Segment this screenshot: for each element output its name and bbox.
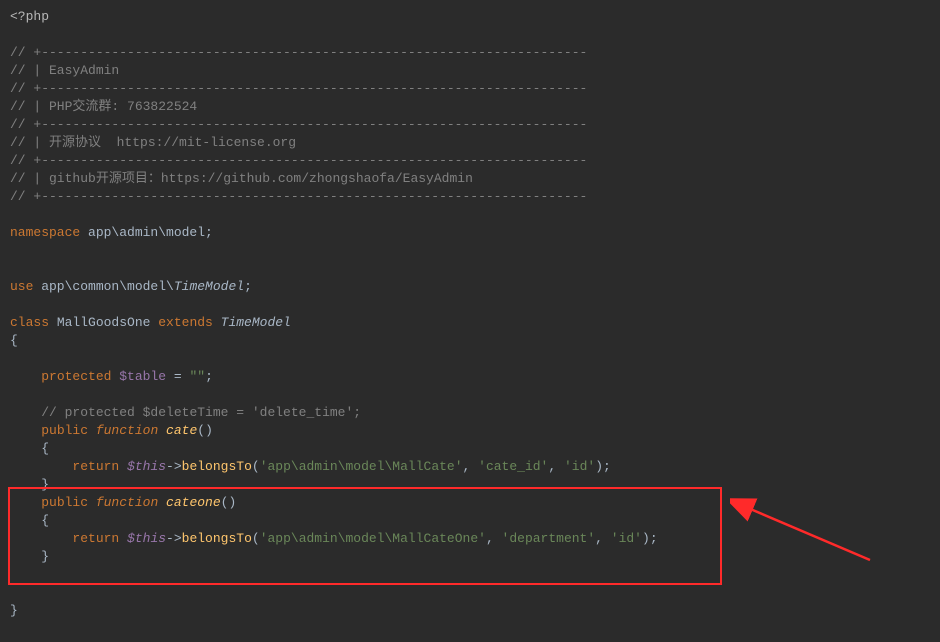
comment-line: // | github开源项目：https://github.com/zhong… <box>10 171 473 186</box>
kw-public: public <box>41 495 88 510</box>
string-cateid: 'cate_id' <box>478 459 548 474</box>
class-name: MallGoodsOne <box>49 315 158 330</box>
kw-return: return <box>72 459 119 474</box>
kw-extends: extends <box>158 315 213 330</box>
kw-protected: protected <box>41 369 111 384</box>
kw-function: function <box>88 423 158 438</box>
comment-line: // +------------------------------------… <box>10 117 587 132</box>
fn-belongsto: belongsTo <box>182 459 252 474</box>
fn-cateone: cateone <box>158 495 220 510</box>
string-id: 'id' <box>611 531 642 546</box>
comment-line: // +------------------------------------… <box>10 189 587 204</box>
php-open-tag: <?php <box>10 9 49 24</box>
code-block: <?php // +------------------------------… <box>0 8 940 620</box>
comment-line: // +------------------------------------… <box>10 81 587 96</box>
var-table: $table <box>111 369 166 384</box>
string-empty: "" <box>189 369 205 384</box>
kw-function: function <box>88 495 158 510</box>
ns-path: app\admin\model; <box>80 225 213 240</box>
var-this: $this <box>119 531 166 546</box>
kw-namespace: namespace <box>10 225 80 240</box>
string-department: 'department' <box>502 531 596 546</box>
comment-line: // | EasyAdmin <box>10 63 119 78</box>
fn-cate: cate <box>158 423 197 438</box>
semicolon: ; <box>244 279 252 294</box>
kw-return: return <box>72 531 119 546</box>
comment-line: // +------------------------------------… <box>10 45 587 60</box>
comment-deletetime: // protected $deleteTime = 'delete_time'… <box>41 405 361 420</box>
kw-public: public <box>41 423 88 438</box>
string-mallcate: 'app\admin\model\MallCate' <box>260 459 463 474</box>
brace-close: } <box>10 603 18 618</box>
brace-open: { <box>10 333 18 348</box>
kw-class: class <box>10 315 49 330</box>
string-id: 'id' <box>564 459 595 474</box>
use-type: TimeModel <box>174 279 244 294</box>
fn-belongsto: belongsTo <box>182 531 252 546</box>
comment-line: // +------------------------------------… <box>10 153 587 168</box>
use-path: app\common\model\ <box>33 279 173 294</box>
var-this: $this <box>119 459 166 474</box>
extends-type: TimeModel <box>213 315 291 330</box>
comment-line: // | PHP交流群: 763822524 <box>10 99 197 114</box>
kw-use: use <box>10 279 33 294</box>
string-mallcateone: 'app\admin\model\MallCateOne' <box>260 531 486 546</box>
comment-line: // | 开源协议 https://mit-license.org <box>10 135 296 150</box>
